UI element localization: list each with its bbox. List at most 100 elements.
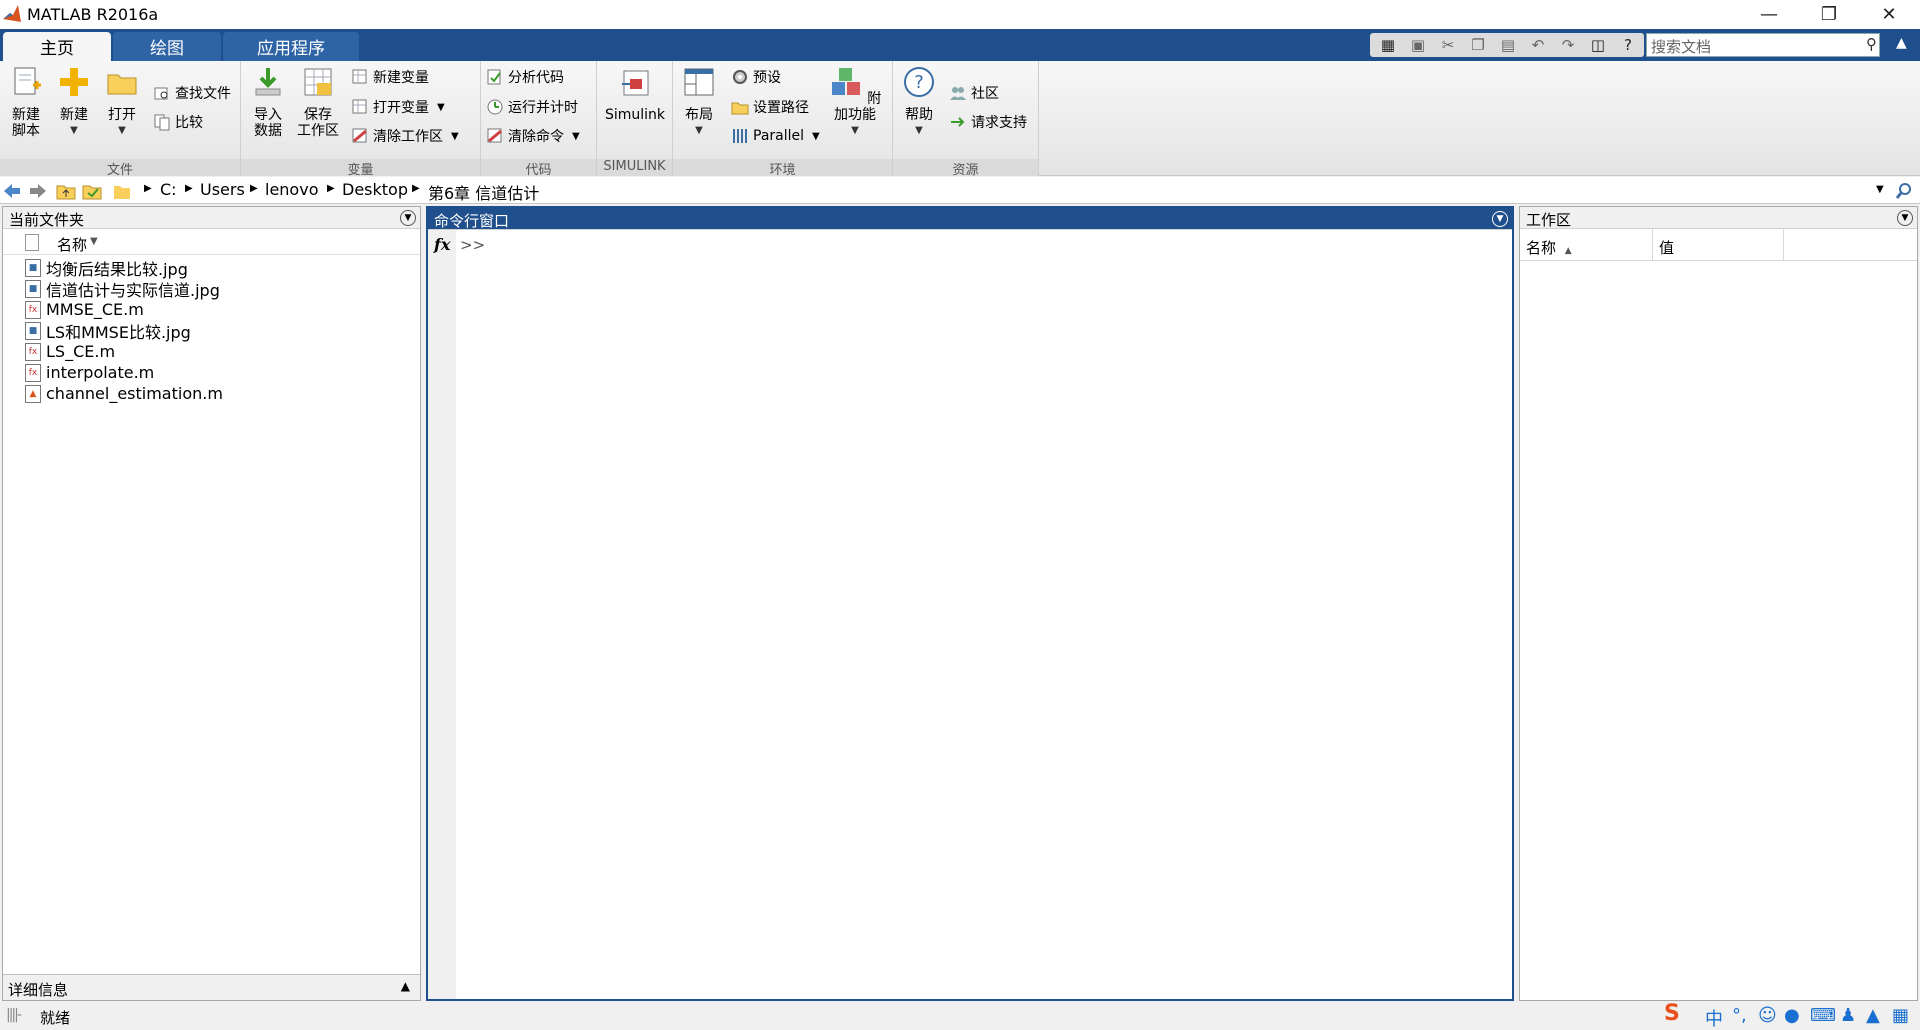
open-variable-button[interactable]: 打开变量 ▼ <box>351 95 445 119</box>
request-support-label: 请求支持 <box>971 115 1027 131</box>
sort-desc-icon[interactable]: ▼ <box>90 236 98 247</box>
chevron-up-icon[interactable]: ▲ <box>401 979 410 993</box>
busy-indicator-icon: ||||- <box>6 1007 22 1023</box>
help-icon[interactable]: ? <box>1618 35 1638 55</box>
layout-button[interactable]: 布局 ▼ <box>677 65 721 139</box>
preferences-button[interactable]: 预设 <box>731 65 781 89</box>
file-name: 信道估计与实际信道.jpg <box>46 280 220 300</box>
up-folder-icon[interactable] <box>56 181 76 201</box>
parallel-icon <box>733 129 747 143</box>
chevron-down-icon[interactable]: ▼ <box>1876 184 1884 195</box>
simulink-button[interactable]: Simulink <box>601 65 669 123</box>
back-arrow-icon[interactable] <box>2 181 22 201</box>
matlab-window: MATLAB R2016a — ❐ ✕ 主页 绘图 应用程序 ▦ ▣ ✂ ❐ ▤… <box>0 0 1920 1030</box>
search-folder-icon[interactable] <box>1894 181 1914 201</box>
path-segment[interactable]: 第6章 信道估计 <box>428 180 539 204</box>
restore-icon[interactable]: ❐ <box>1800 0 1858 29</box>
paste-icon[interactable]: ▤ <box>1498 35 1518 55</box>
run-and-time-label: 运行并计时 <box>508 100 578 116</box>
save-workspace-label: 保存 工作区 <box>297 107 339 139</box>
command-input-area[interactable] <box>488 234 1502 989</box>
browse-folder-icon[interactable] <box>82 181 102 201</box>
run-and-time-button[interactable]: 运行并计时 <box>486 95 578 119</box>
function-browser-icon[interactable]: fx <box>434 235 450 254</box>
ime-chinese-mode-icon[interactable]: 中 <box>1705 1005 1723 1030</box>
workspace-value-column-header[interactable]: 值 <box>1653 229 1784 261</box>
import-data-button[interactable]: 导入 数据 <box>246 65 290 139</box>
search-documentation-input[interactable]: 搜索文档 <box>1646 33 1880 57</box>
save-icon[interactable]: ▣ <box>1408 35 1428 55</box>
open-button[interactable]: 打开 ▼ <box>100 65 144 139</box>
ime-voice-icon[interactable]: ● <box>1784 1005 1800 1026</box>
copy-icon[interactable]: ❐ <box>1468 35 1488 55</box>
forward-arrow-icon[interactable] <box>28 181 48 201</box>
community-button[interactable]: 社区 <box>949 81 999 105</box>
workspace-name-column-header[interactable]: 名称 ▲ <box>1520 229 1653 261</box>
find-files-button[interactable]: 查找文件 <box>153 81 231 105</box>
new-document-icon[interactable]: ▦ <box>1378 35 1398 55</box>
clear-workspace-label: 清除工作区 <box>373 129 443 145</box>
group-label-code: 代码 <box>481 159 596 178</box>
path-segment[interactable]: lenovo <box>265 180 318 199</box>
list-item[interactable]: fx MMSE_CE.m <box>25 299 144 320</box>
list-item[interactable]: ■ LS和MMSE比较.jpg <box>25 320 191 342</box>
tab-plots[interactable]: 绘图 <box>113 32 221 61</box>
new-variable-icon <box>352 69 367 84</box>
search-icon[interactable]: ⚲ <box>1866 35 1877 53</box>
new-script-button[interactable]: 新建 脚本 <box>4 65 48 139</box>
script-file-icon: ▲ <box>25 384 41 403</box>
close-icon[interactable]: ✕ <box>1860 0 1918 29</box>
clear-commands-button[interactable]: 清除命令 ▼ <box>486 124 580 148</box>
path-separator-icon: ▶ <box>412 183 420 194</box>
panel-menu-icon[interactable]: ▼ <box>400 210 416 226</box>
parallel-button[interactable]: Parallel ▼ <box>731 124 820 148</box>
list-item[interactable]: ■ 信道估计与实际信道.jpg <box>25 278 220 300</box>
panel-menu-icon[interactable]: ▼ <box>1492 211 1508 227</box>
set-path-label: 设置路径 <box>753 100 809 116</box>
help-label: 帮助 <box>905 107 933 123</box>
request-support-button[interactable]: 请求支持 <box>949 110 1027 134</box>
list-item[interactable]: ▲ channel_estimation.m <box>25 383 223 404</box>
panel-menu-icon[interactable]: ▼ <box>1897 210 1913 226</box>
new-variable-button[interactable]: 新建变量 <box>351 65 429 89</box>
redo-icon[interactable]: ↷ <box>1558 35 1578 55</box>
help-button[interactable]: ? 帮助 ▼ <box>897 65 941 139</box>
collapse-toolstrip-icon[interactable]: ▲ <box>1896 35 1907 51</box>
path-segment[interactable]: Users <box>200 180 245 199</box>
new-button[interactable]: 新建 ▼ <box>52 65 96 139</box>
compare-label: 比较 <box>175 115 203 131</box>
ime-toolbox-icon[interactable]: ▦ <box>1892 1005 1909 1026</box>
folder-column-header: 名称 ▼ <box>3 231 420 255</box>
list-item[interactable]: fx interpolate.m <box>25 362 154 383</box>
chevron-down-icon: ▼ <box>851 125 859 136</box>
minimize-icon[interactable]: — <box>1740 0 1798 29</box>
new-label: 新建 <box>60 107 88 123</box>
compare-button[interactable]: 比较 <box>153 110 203 134</box>
list-item[interactable]: fx LS_CE.m <box>25 341 115 362</box>
name-column-header[interactable]: 名称 <box>57 234 87 255</box>
undo-icon[interactable]: ↶ <box>1528 35 1548 55</box>
sogou-ime-logo-icon[interactable]: S <box>1664 1001 1680 1026</box>
analyze-code-button[interactable]: 分析代码 <box>486 65 564 89</box>
clear-workspace-icon <box>352 128 367 143</box>
tab-home[interactable]: 主页 <box>3 32 111 61</box>
addons-button[interactable]: 附加功能 ▼ <box>825 65 885 139</box>
chevron-down-icon: ▼ <box>451 130 459 142</box>
list-item[interactable]: ■ 均衡后结果比较.jpg <box>25 257 188 279</box>
switch-windows-icon[interactable]: ◫ <box>1588 35 1608 55</box>
save-workspace-button[interactable]: 保存 工作区 <box>296 65 340 139</box>
path-segment[interactable]: C: <box>160 180 177 199</box>
details-panel-header[interactable]: 详细信息 ▲ <box>3 974 420 1000</box>
set-path-button[interactable]: 设置路径 <box>731 95 809 119</box>
path-segment[interactable]: Desktop <box>342 180 408 199</box>
ime-keyboard-icon[interactable]: ⌨ <box>1810 1005 1836 1026</box>
ime-user-icon[interactable]: ♟ <box>1840 1005 1856 1026</box>
tab-apps[interactable]: 应用程序 <box>223 32 359 61</box>
clear-workspace-button[interactable]: 清除工作区 ▼ <box>351 124 459 148</box>
ime-punctuation-icon[interactable]: °, <box>1732 1005 1747 1026</box>
ime-emoji-icon[interactable]: ☺ <box>1758 1005 1777 1026</box>
workspace-panel: 工作区 ▼ 名称 ▲ 值 <box>1519 206 1918 1001</box>
cut-icon[interactable]: ✂ <box>1438 35 1458 55</box>
status-bar: ||||- 就绪 S 中 °, ☺ ● ⌨ ♟ ▲ ▦ <box>0 1001 1920 1030</box>
ime-skin-icon[interactable]: ▲ <box>1866 1005 1880 1026</box>
